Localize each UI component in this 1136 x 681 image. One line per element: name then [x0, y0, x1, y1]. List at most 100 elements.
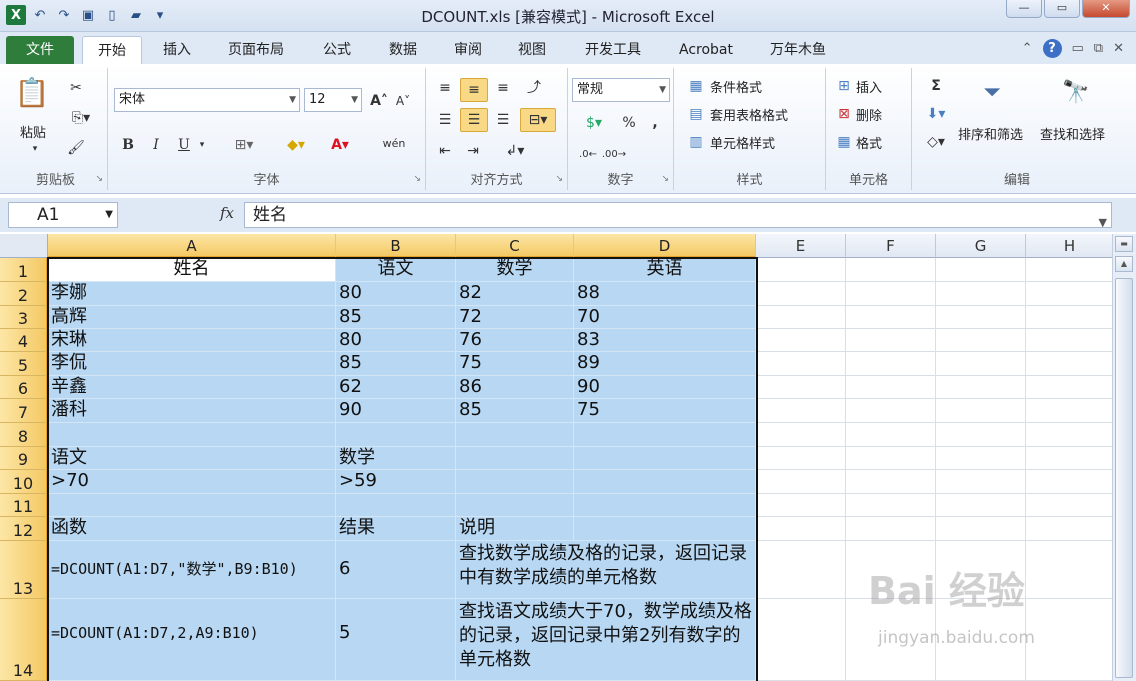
row-header-1[interactable]: 1 [0, 258, 48, 282]
phonetic-guide-button[interactable]: wén [374, 130, 414, 156]
row-header-14[interactable]: 14 [0, 599, 48, 681]
cell-c11[interactable] [456, 494, 574, 517]
grow-font-icon[interactable]: A˄ [368, 90, 390, 112]
insert-cells-button[interactable]: 插入 [856, 77, 882, 96]
empty-cell[interactable] [756, 517, 846, 541]
cell-d2[interactable]: 88 [574, 282, 756, 306]
empty-cell[interactable] [936, 423, 1026, 447]
cell-a1[interactable]: 姓名 [48, 258, 336, 282]
workbook-close-icon[interactable]: ✕ [1113, 41, 1124, 56]
workbook-restore-icon[interactable]: ⧉ [1094, 41, 1103, 56]
empty-cell[interactable] [846, 352, 936, 376]
cell-d4[interactable]: 83 [574, 329, 756, 352]
row-header-9[interactable]: 9 [0, 447, 48, 470]
cell-a8[interactable] [48, 423, 336, 447]
empty-cell[interactable] [846, 470, 936, 494]
cell-a6[interactable]: 辛鑫 [48, 376, 336, 399]
empty-cell[interactable] [756, 306, 846, 329]
column-header-h[interactable]: H [1026, 234, 1114, 258]
cell-a14[interactable]: =DCOUNT(A1:D7,2,A9:B10) [48, 599, 336, 681]
align-right-icon[interactable]: ☰ [492, 110, 514, 130]
empty-cell[interactable] [1026, 399, 1114, 423]
cell-d1[interactable]: 英语 [574, 258, 756, 282]
cell-a3[interactable]: 高辉 [48, 306, 336, 329]
row-header-12[interactable]: 12 [0, 517, 48, 541]
tab-data[interactable]: 数据 [374, 36, 432, 64]
empty-cell[interactable] [936, 447, 1026, 470]
tab-formulas[interactable]: 公式 [308, 36, 366, 64]
underline-dropdown-icon[interactable]: ▾ [196, 134, 208, 156]
format-as-table-button[interactable]: 套用表格格式 [710, 105, 788, 124]
workbook-minimize-icon[interactable]: ▭ [1072, 41, 1084, 56]
decrease-indent-icon[interactable]: ⇤ [434, 140, 456, 162]
cell-b5[interactable]: 85 [336, 352, 456, 376]
tab-insert[interactable]: 插入 [150, 36, 204, 64]
merge-center-icon[interactable]: ⊟▾ [520, 108, 556, 132]
font-color-icon[interactable]: A▾ [322, 134, 358, 156]
format-painter-icon[interactable]: 🖌 [66, 138, 86, 158]
align-left-icon[interactable]: ☰ [434, 110, 456, 130]
tab-wannianmuyu[interactable]: 万年木鱼 [756, 36, 840, 64]
wrap-text-icon[interactable]: ↲▾ [500, 140, 530, 162]
cell-c3[interactable]: 72 [456, 306, 574, 329]
italic-button[interactable]: I [146, 134, 166, 156]
help-icon[interactable]: ? [1042, 39, 1062, 58]
empty-cell[interactable] [846, 282, 936, 306]
cell-c5[interactable]: 75 [456, 352, 574, 376]
cell-c9[interactable] [456, 447, 574, 470]
cell-b9[interactable]: 数学 [336, 447, 456, 470]
empty-cell[interactable] [846, 399, 936, 423]
cell-b3[interactable]: 85 [336, 306, 456, 329]
cell-a13[interactable]: =DCOUNT(A1:D7,"数学",B9:B10) [48, 541, 336, 599]
align-top-icon[interactable]: ≡ [434, 78, 456, 98]
paste-dropdown-icon[interactable]: ▾ [30, 144, 40, 154]
insert-function-button[interactable]: fx [220, 204, 234, 222]
empty-cell[interactable] [936, 399, 1026, 423]
empty-cell[interactable] [756, 494, 846, 517]
orientation-icon[interactable]: ⤴ [522, 76, 546, 98]
conditional-format-button[interactable]: 条件格式 [710, 77, 762, 96]
align-middle-icon[interactable]: ≡ [460, 78, 488, 102]
cell-b12[interactable]: 结果 [336, 517, 456, 541]
empty-cell[interactable] [1026, 494, 1114, 517]
empty-cell[interactable] [1026, 517, 1114, 541]
row-header-13[interactable]: 13 [0, 541, 48, 599]
increase-decimal-icon[interactable]: .0← [576, 142, 600, 166]
cell-a2[interactable]: 李娜 [48, 282, 336, 306]
empty-cell[interactable] [756, 258, 846, 282]
cell-b11[interactable] [336, 494, 456, 517]
sort-filter-button[interactable]: 排序和筛选 [958, 124, 1023, 143]
empty-cell[interactable] [936, 306, 1026, 329]
cell-b13[interactable]: 6 [336, 541, 456, 599]
cell-b10[interactable]: >59 [336, 470, 456, 494]
tab-review[interactable]: 审阅 [440, 36, 496, 64]
percent-style-button[interactable]: % [620, 112, 638, 134]
comma-style-button[interactable]: , [648, 112, 662, 134]
cell-d5[interactable]: 89 [574, 352, 756, 376]
cell-a10[interactable]: >70 [48, 470, 336, 494]
name-box[interactable]: A1 ▼ [8, 202, 118, 228]
cell-c13[interactable]: 查找数学成绩及格的记录，返回记录中有数学成绩的单元格数 [456, 541, 756, 599]
empty-cell[interactable] [1026, 470, 1114, 494]
empty-cell[interactable] [846, 423, 936, 447]
cell-c6[interactable]: 86 [456, 376, 574, 399]
shrink-font-icon[interactable]: A˅ [392, 90, 414, 112]
clear-icon[interactable]: ◇▾ [920, 132, 952, 152]
cell-a9[interactable]: 语文 [48, 447, 336, 470]
empty-cell[interactable] [756, 282, 846, 306]
cell-a7[interactable]: 潘科 [48, 399, 336, 423]
select-all-button[interactable] [0, 234, 48, 258]
tab-page-layout[interactable]: 页面布局 [214, 36, 298, 64]
vertical-scrollbar[interactable]: ▬ ▲ [1112, 234, 1136, 681]
cell-a4[interactable]: 宋琳 [48, 329, 336, 352]
paste-button[interactable]: 粘贴 [20, 122, 46, 141]
paste-icon[interactable]: 📋 [14, 72, 50, 112]
empty-cell[interactable] [1026, 258, 1114, 282]
row-header-3[interactable]: 3 [0, 306, 48, 329]
tab-home[interactable]: 开始 [82, 36, 142, 64]
empty-cell[interactable] [936, 352, 1026, 376]
empty-cell[interactable] [936, 376, 1026, 399]
format-cells-button[interactable]: 格式 [856, 133, 882, 152]
cell-c14[interactable]: 查找语文成绩大于70，数学成绩及格的记录，返回记录中第2列有数字的单元格数 [456, 599, 756, 681]
cell-b1[interactable]: 语文 [336, 258, 456, 282]
